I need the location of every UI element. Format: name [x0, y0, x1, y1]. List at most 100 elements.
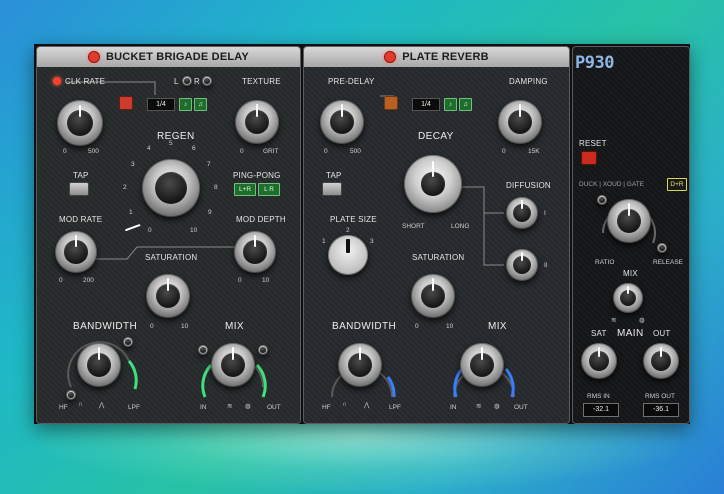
- clk-rate-led[interactable]: [53, 77, 61, 85]
- bbd-mix-out-label: OUT: [267, 404, 281, 411]
- damping-max: 15K: [528, 148, 540, 155]
- waves-icon: ≋: [227, 403, 233, 410]
- bbd-sat-min: 0: [150, 323, 154, 330]
- pingpong-label: PING-PONG: [233, 171, 281, 180]
- bbd-saturation-knob[interactable]: [146, 274, 190, 318]
- plate-title: PLATE REVERB: [402, 51, 489, 63]
- plate-sync-display[interactable]: 1/4: [412, 98, 440, 111]
- release-handle[interactable]: [657, 243, 667, 253]
- bandpass-shape-icon: ∩: [342, 401, 347, 408]
- mod-rate-label: MOD RATE: [59, 215, 103, 224]
- lr-l-trim[interactable]: [182, 76, 192, 86]
- decay-label: DECAY: [418, 131, 454, 142]
- plate-saturation-label: SATURATION: [412, 253, 465, 262]
- regen-tick-8: 8: [214, 184, 218, 191]
- ratio-handle[interactable]: [597, 195, 607, 205]
- main-label: MAIN: [617, 328, 644, 339]
- plate-mix-label: MIX: [488, 321, 507, 332]
- bbd-bw-left-label: HF: [59, 404, 68, 411]
- bandpass-shape-icon: ∩: [78, 401, 83, 408]
- pingpong-lr-sum-button[interactable]: L+R: [234, 183, 256, 196]
- waves-icon: ≋: [476, 403, 482, 410]
- dynamics-modes[interactable]: DUCK | XOUD | GATE: [579, 181, 644, 188]
- plate-mix-in-label: IN: [450, 404, 457, 411]
- power-icon[interactable]: [88, 51, 101, 63]
- plate-bandwidth-knob[interactable]: [338, 343, 382, 387]
- plate-size-switch[interactable]: [328, 235, 368, 275]
- clk-rate-max: 500: [88, 148, 99, 155]
- texture-max: GRIT: [263, 148, 279, 155]
- regen-tick-7: 7: [207, 161, 211, 168]
- texture-knob[interactable]: [235, 100, 279, 144]
- bbd-bandwidth-knob[interactable]: [77, 343, 121, 387]
- regen-tick-0: 0: [148, 227, 152, 234]
- tap-button[interactable]: [69, 182, 89, 196]
- droplet-icon: ◍: [245, 403, 251, 410]
- power-icon[interactable]: [384, 51, 397, 63]
- plate-bw-left-label: HF: [322, 404, 331, 411]
- lock-icon[interactable]: [384, 96, 398, 110]
- lock-icon[interactable]: [119, 96, 133, 110]
- bbd-panel: BUCKET BRIGADE DELAY CLK RATE L R TEXTUR…: [36, 46, 301, 424]
- reset-label: RESET: [579, 139, 607, 148]
- rms-in-label: RMS IN: [587, 393, 610, 400]
- release-label: RELEASE: [653, 259, 683, 266]
- dotted-note-icon[interactable]: ♫: [194, 98, 207, 111]
- dotted-note-icon[interactable]: ♫: [459, 98, 472, 111]
- note-icon[interactable]: ♪: [179, 98, 192, 111]
- note-icon[interactable]: ♪: [444, 98, 457, 111]
- mod-rate-knob[interactable]: [55, 231, 97, 273]
- master-mix-knob[interactable]: [613, 283, 643, 313]
- out-label: OUT: [653, 329, 671, 338]
- bbd-saturation-label: SATURATION: [145, 253, 198, 262]
- clk-rate-min: 0: [63, 148, 67, 155]
- plate-mix-out-label: OUT: [514, 404, 528, 411]
- regen-tick-9: 9: [208, 209, 212, 216]
- plate-sat-max: 10: [446, 323, 454, 330]
- bbd-mix-in-label: IN: [200, 404, 207, 411]
- diffusion-2-knob[interactable]: [506, 249, 538, 281]
- master-sat-knob[interactable]: [581, 343, 617, 379]
- plate-bw-right-label: LPF: [389, 404, 401, 411]
- mod-depth-knob[interactable]: [234, 231, 276, 273]
- clk-rate-knob[interactable]: [57, 100, 103, 146]
- predelay-knob[interactable]: [320, 100, 364, 144]
- reset-button[interactable]: [581, 151, 597, 165]
- bbd-sync-display[interactable]: 1/4: [147, 98, 175, 111]
- damping-knob[interactable]: [498, 100, 542, 144]
- mod-depth-max: 10: [262, 277, 270, 284]
- bbd-mix-knob[interactable]: [211, 343, 255, 387]
- diffusion-2-label: II: [544, 262, 548, 269]
- bbd-title: BUCKET BRIGADE DELAY: [106, 51, 249, 63]
- waves-icon: ≋: [611, 317, 617, 324]
- tap-label: TAP: [73, 171, 89, 180]
- rms-in-meter: -32.1: [583, 403, 619, 417]
- rms-out-meter: -36.1: [643, 403, 679, 417]
- notch-shape-icon: ⋀: [99, 402, 105, 409]
- bbd-bw-lo-handle[interactable]: [66, 390, 76, 400]
- regen-tick-4: 4: [147, 145, 151, 152]
- bbd-mix-label: MIX: [225, 321, 244, 332]
- decay-short-label: SHORT: [402, 223, 425, 230]
- mod-depth-label: MOD DEPTH: [236, 215, 286, 224]
- plate-saturation-knob[interactable]: [411, 274, 455, 318]
- plate-tap-button[interactable]: [322, 182, 342, 196]
- plate-mix-knob[interactable]: [460, 343, 504, 387]
- plate-size-tick-1: 1: [322, 238, 326, 245]
- regen-tick-3: 3: [131, 161, 135, 168]
- lr-r-trim[interactable]: [202, 76, 212, 86]
- regen-tick-6: 6: [192, 145, 196, 152]
- decay-knob[interactable]: [404, 155, 462, 213]
- ratio-release-knob[interactable]: [607, 199, 651, 243]
- decay-long-label: LONG: [451, 223, 470, 230]
- droplet-icon: ◍: [639, 317, 645, 324]
- pingpong-lr-button[interactable]: L R: [258, 183, 280, 196]
- diffusion-1-knob[interactable]: [506, 197, 538, 229]
- bbd-mix-in-handle[interactable]: [198, 345, 208, 355]
- master-out-knob[interactable]: [643, 343, 679, 379]
- bbd-bw-hi-handle[interactable]: [123, 337, 133, 347]
- bbd-header: BUCKET BRIGADE DELAY: [37, 47, 300, 67]
- mode-dr-button[interactable]: D+R: [667, 178, 687, 191]
- regen-knob[interactable]: [124, 159, 200, 232]
- bbd-mix-out-handle[interactable]: [258, 345, 268, 355]
